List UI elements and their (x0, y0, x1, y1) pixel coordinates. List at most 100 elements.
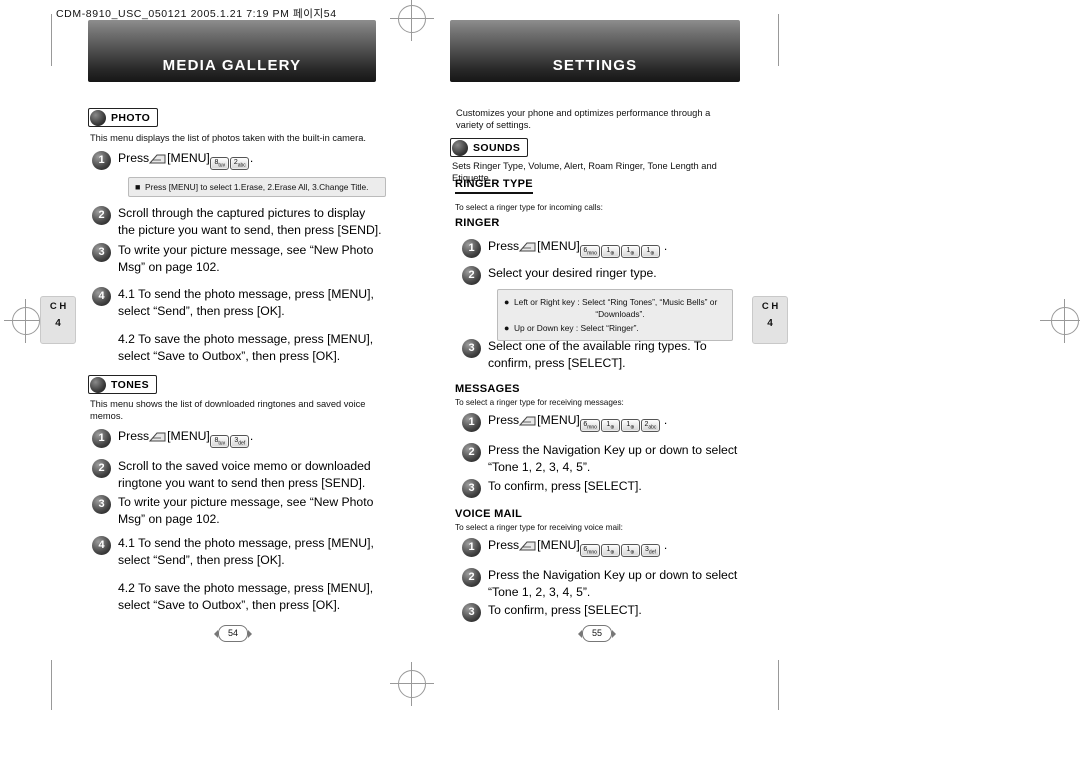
chapter-tab-left: C H 4 (40, 296, 76, 344)
press-label: Press (118, 151, 150, 165)
messages-step-3-text: To confirm, press [SELECT]. (488, 479, 642, 493)
bullet-dot-icon (90, 109, 106, 126)
print-header-meta: CDM-8910_USC_050121 2005.1.21 7:19 PM 페이… (56, 8, 337, 20)
key-1-a: 1⊕ (600, 544, 620, 557)
key-6: 6mno (580, 245, 600, 258)
key-2: 2abc (230, 157, 250, 170)
registration-mark-left (4, 299, 48, 343)
ringer-step-2-text: Select your desired ringer type. (488, 266, 657, 280)
photo-step-4: 4 4.1 To send the photo message, press [… (92, 286, 384, 364)
step-number-badge: 3 (92, 243, 111, 262)
step-number-badge: 2 (462, 568, 481, 587)
tones-description: This menu shows the list of downloaded r… (90, 399, 366, 421)
tones-step-3: 3 To write your picture message, see “Ne… (92, 494, 384, 527)
voice-mail-step-3-text: To confirm, press [SELECT]. (488, 603, 642, 617)
chapter-tab-right-label: C H (761, 301, 779, 312)
step-number-badge: 3 (462, 479, 481, 498)
note-bullet-icon: ● (504, 323, 510, 333)
banner-title-left: MEDIA GALLERY (162, 57, 302, 74)
voice-mail-step-3: 3 To confirm, press [SELECT]. (462, 602, 752, 622)
registration-mark-right (1043, 299, 1080, 343)
menu-key-icon (519, 241, 536, 253)
section-pill-sounds: SOUNDS (450, 138, 529, 157)
step-number-badge: 2 (92, 206, 111, 225)
chapter-tab-right: C H 4 (752, 296, 788, 344)
step-number-badge: 3 (462, 603, 481, 622)
key-3: 3def (640, 544, 660, 557)
note-row: ■ Press [MENU] to select 1.Erase, 2.Eras… (135, 181, 379, 193)
menu-key-icon (519, 540, 536, 552)
messages-step-2: 2 Press the Navigation Key up or down to… (462, 442, 752, 475)
step-number-badge: 4 (92, 287, 111, 306)
crop-line-left-bottom (51, 660, 52, 710)
ringer-step-2: 2 Select your desired ringer type. (462, 265, 752, 285)
messages-step-1-text: Press [MENU] 6mno 1⊕ 1⊕ 2abc . (488, 413, 668, 432)
step-number-badge: 1 (462, 239, 481, 258)
key-3: 3def (230, 435, 250, 448)
note-bullet-icon: ■ (135, 182, 141, 192)
page-number-left: 54 (214, 625, 252, 642)
key-8: 8tuv (210, 435, 230, 448)
tones-step-1: 1 Press [MENU] 8tuv 3def. (92, 428, 382, 448)
menu-label: [MENU] (167, 429, 210, 443)
press-label: Press (488, 239, 520, 253)
registration-mark-top (390, 0, 434, 41)
photo-description: This menu displays the list of photos ta… (90, 133, 366, 143)
page-number-right: 55 (578, 625, 616, 642)
menu-key-icon (149, 153, 166, 165)
menu-label: [MENU] (537, 413, 580, 427)
photo-step-4-text: 4.1 To send the photo message, press [ME… (118, 286, 384, 364)
key-8: 8tuv (210, 157, 230, 170)
heading-ringer-type: RINGER TYPE (455, 178, 533, 194)
key-1-a: 1⊕ (600, 245, 620, 258)
banner-settings: SETTINGS (450, 20, 740, 82)
key-1-b: 1⊕ (620, 245, 640, 258)
step-number-badge: 3 (462, 339, 481, 358)
messages-step-2-text: Press the Navigation Key up or down to s… (488, 443, 738, 474)
key-1-c: 1⊕ (640, 245, 660, 258)
key-6: 6mno (580, 419, 600, 432)
section-pill-photo-label: PHOTO (111, 111, 151, 124)
chapter-tab-right-number: 4 (767, 318, 773, 329)
ringer-note: To select a ringer type for incoming cal… (455, 203, 603, 212)
ringer-step-1-text: Press [MENU] 6mno 1⊕ 1⊕ 1⊕ . (488, 239, 668, 258)
tones-step-4: 4 4.1 To send the photo message, press [… (92, 535, 384, 613)
tones-step-1-text: Press [MENU] 8tuv 3def. (118, 429, 254, 448)
section-pill-tones-label: TONES (111, 378, 149, 391)
ringer-tip-line-2: “Downloads”. (595, 309, 645, 319)
photo-step-4-line2: 4.2 To save the photo message, press [ME… (118, 332, 374, 363)
tones-step-4-line2: 4.2 To save the photo message, press [ME… (118, 581, 374, 612)
bullet-dot-icon (452, 139, 468, 156)
step-number-badge: 1 (92, 429, 111, 448)
step-number-badge: 1 (462, 538, 481, 557)
step-number-badge: 4 (92, 536, 111, 555)
step-number-badge: 1 (462, 413, 481, 432)
manual-page: CDM-8910_USC_050121 2005.1.21 7:19 PM 페이… (0, 0, 1080, 763)
menu-label: [MENU] (537, 538, 580, 552)
tones-step-2-text: Scroll to the saved voice memo or downlo… (118, 459, 371, 490)
photo-step-3: 3 To write your picture message, see “Ne… (92, 242, 384, 275)
tip-row-1: ● Left or Right key : Select “Ring Tones… (504, 296, 726, 308)
photo-step-2-text: Scroll through the captured pictures to … (118, 206, 382, 237)
ringer-step-3: 3 Select one of the available ring types… (462, 338, 752, 371)
photo-step-3-text: To write your picture message, see “New … (118, 243, 374, 274)
voice-mail-step-2: 2 Press the Navigation Key up or down to… (462, 567, 752, 600)
step-number-badge: 2 (462, 266, 481, 285)
ringer-step-1: 1 Press [MENU] 6mno 1⊕ 1⊕ 1⊕ . (462, 238, 752, 258)
key-1-a: 1⊕ (600, 419, 620, 432)
key-1-b: 1⊕ (620, 419, 640, 432)
press-label: Press (118, 429, 150, 443)
crop-line-mid-left (12, 320, 42, 321)
voice-mail-step-1-text: Press [MENU] 6mno 1⊕ 1⊕ 3def . (488, 538, 668, 557)
photo-step-1: 1 Press [MENU] 8tuv 2abc. (92, 150, 382, 170)
crop-line-mid-right (1040, 320, 1070, 321)
photo-step-2: 2 Scroll through the captured pictures t… (92, 205, 384, 238)
tip-row-2: “Downloads”. (504, 308, 726, 320)
tones-step-3-text: To write your picture message, see “New … (118, 495, 374, 526)
photo-note-text: Press [MENU] to select 1.Erase, 2.Erase … (145, 182, 369, 192)
registration-mark-bottom (390, 662, 434, 706)
crop-line-right (778, 14, 779, 66)
tones-step-4-line1: 4.1 To send the photo message, press [ME… (118, 536, 374, 567)
step-number-badge: 1 (92, 151, 111, 170)
key-2: 2abc (640, 419, 660, 432)
